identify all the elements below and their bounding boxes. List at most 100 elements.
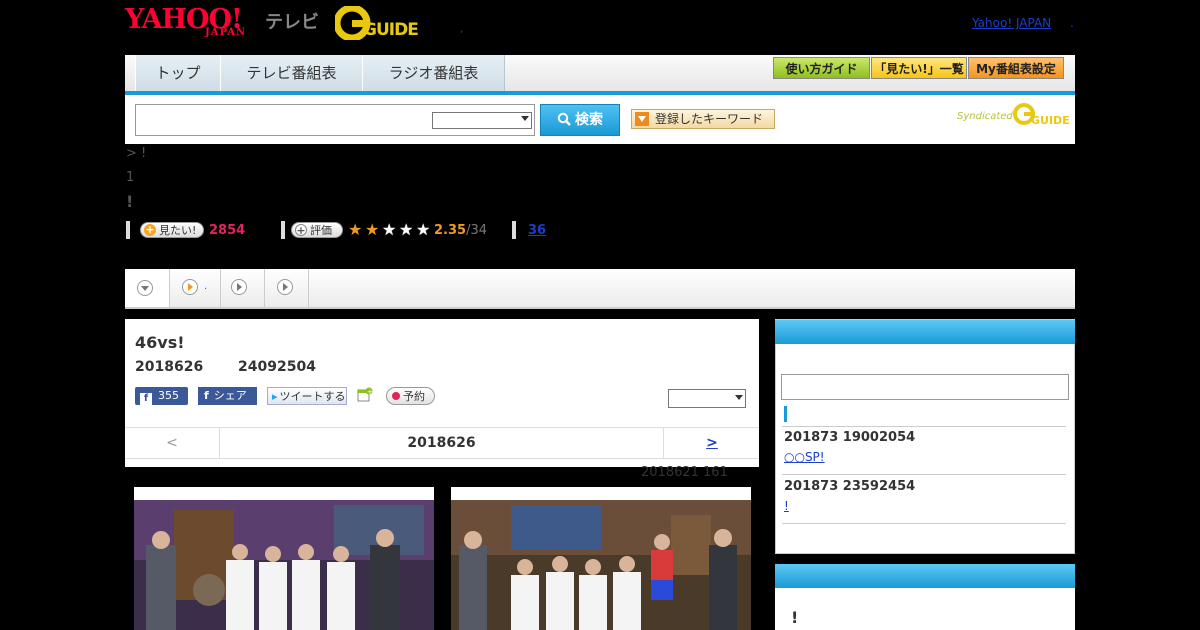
- plus-icon: +: [295, 224, 307, 237]
- rate-button[interactable]: + 評価: [291, 222, 343, 238]
- record-icon: [392, 392, 400, 400]
- search-button-label: 検索: [575, 112, 603, 128]
- rating-count: /34: [466, 223, 487, 238]
- tab-radio-listings[interactable]: ラジオ番組表: [362, 55, 505, 91]
- syndicated-gguide-logo: GUIDE: [1013, 103, 1069, 127]
- yahoo-logo-sub: JAPAN: [205, 27, 247, 38]
- star-empty-icon: ★: [382, 220, 397, 239]
- program-thumbnail[interactable]: [134, 487, 434, 630]
- program-select[interactable]: [668, 389, 746, 408]
- svg-text:GUIDE: GUIDE: [363, 20, 418, 40]
- tab-4[interactable]: [265, 269, 309, 307]
- twitter-bird-icon: ▸: [272, 390, 278, 403]
- saved-keywords-button[interactable]: 登録したキーワード: [631, 109, 775, 129]
- tweet-button[interactable]: ▸ ツイートする: [267, 387, 347, 405]
- guide-button[interactable]: 使い方ガイド: [773, 57, 870, 79]
- sidebar-box-header: [775, 320, 1075, 344]
- rate-label: 評価: [310, 224, 332, 237]
- facebook-count: 355: [158, 389, 179, 402]
- divider: [782, 474, 1066, 475]
- program-title: 46vs!: [135, 333, 185, 352]
- rating-value: 2.35: [434, 223, 467, 238]
- tv-label: テレビ: [265, 12, 319, 33]
- sidebar-box-2: !: [775, 564, 1075, 630]
- add-calendar-icon: +: [357, 387, 373, 402]
- chevron-down-circle-icon: [137, 280, 153, 296]
- tab-top[interactable]: トップ: [135, 55, 221, 91]
- review-count-link[interactable]: 36: [528, 223, 546, 238]
- program-panel: 46vs! 2018626 24092504 f 355 f シェア ▸ ツイートする…: [125, 319, 759, 467]
- want-count: 2854: [209, 223, 246, 238]
- search-category-select[interactable]: [432, 112, 532, 129]
- program-thumbnail[interactable]: [451, 487, 751, 630]
- header-dot: .: [1070, 16, 1074, 30]
- want-label: 見たい!: [159, 224, 197, 237]
- arrow-down-icon: [635, 112, 649, 126]
- divider: [126, 221, 130, 239]
- prev-date-button[interactable]: <: [125, 428, 220, 458]
- reserve-label: 予約: [403, 390, 425, 403]
- star-filled-icon: ★: [348, 220, 363, 239]
- broadcast-link-2[interactable]: !: [784, 499, 789, 513]
- syndicated-label: Syndicated: [957, 111, 1013, 122]
- broadcast-meta: 2018621 161: [641, 465, 728, 480]
- chevron-down-icon: [521, 116, 529, 121]
- breadcrumb: > !: [126, 146, 147, 161]
- tab-2-suffix: .: [204, 281, 208, 292]
- tab-2[interactable]: .: [170, 269, 221, 307]
- date-navigation: < 2018626 >: [125, 427, 759, 459]
- main-nav: トップ テレビ番組表 ラジオ番組表 使い方ガイド 「見たい!」一覧 My番組表設…: [125, 55, 1075, 95]
- program-tabs: .: [125, 269, 1075, 309]
- chevron-down-icon: [735, 395, 743, 400]
- program-photo-1: [134, 500, 434, 630]
- divider: [782, 523, 1066, 524]
- search-button[interactable]: 検索: [540, 104, 620, 136]
- tweet-label: ツイートする: [279, 390, 346, 403]
- header-dot-small: ,: [460, 24, 464, 35]
- sidebar-box-2-text: !: [791, 608, 799, 627]
- facebook-share-button[interactable]: f シェア: [198, 387, 257, 405]
- divider: [782, 426, 1066, 427]
- divider: [512, 221, 516, 239]
- search-icon: [557, 112, 571, 126]
- syndicated-logo-text: GUIDE: [1031, 114, 1069, 127]
- program-photo-2: [451, 500, 751, 630]
- play-circle-icon: [182, 279, 198, 295]
- my-listing-settings-button[interactable]: My番組表設定: [968, 57, 1064, 79]
- sidebar-broadcast-box: 201873 19002054 ○○SP! 201873 23592454 !: [775, 319, 1075, 554]
- facebook-icon: f: [204, 389, 209, 402]
- gguide-logo[interactable]: GUIDE: [335, 6, 435, 40]
- info-line: 1: [126, 170, 135, 185]
- star-empty-icon: ★: [416, 220, 431, 239]
- facebook-share-label: シェア: [213, 389, 247, 402]
- search-panel: 検索 登録したキーワード Syndicated GUIDE: [125, 95, 1075, 144]
- facebook-like-button[interactable]: f 355: [135, 387, 188, 405]
- sidebar-box-2-header: [775, 564, 1075, 588]
- broadcast-date-1: 201873 19002054: [784, 430, 916, 445]
- saved-keywords-label: 登録したキーワード: [655, 112, 764, 126]
- want-list-button[interactable]: 「見たい!」一覧: [871, 57, 967, 79]
- tab-tv-listings[interactable]: テレビ番組表: [220, 55, 363, 91]
- play-circle-icon: [277, 279, 293, 295]
- program-time: 24092504: [238, 359, 316, 375]
- program-date: 2018626: [135, 359, 204, 375]
- broadcast-date-2: 201873 23592454: [784, 479, 916, 494]
- want-button[interactable]: + 見たい!: [140, 222, 204, 238]
- broadcast-link-1[interactable]: ○○SP!: [784, 450, 825, 464]
- facebook-icon: f: [140, 393, 152, 405]
- star-filled-icon: ★: [365, 220, 380, 239]
- info-line-2: !: [126, 192, 134, 211]
- plus-icon: +: [144, 223, 156, 236]
- section-marker: [784, 406, 787, 422]
- add-icon-button[interactable]: +: [357, 387, 373, 405]
- star-empty-icon: ★: [399, 220, 414, 239]
- svg-text:+: +: [367, 388, 373, 396]
- tab-3[interactable]: [221, 269, 265, 307]
- rating-value-group: 2.35/34: [434, 223, 487, 238]
- yahoo-japan-link[interactable]: Yahoo! JAPAN: [972, 16, 1051, 30]
- next-date-button[interactable]: >: [663, 428, 760, 458]
- divider: [281, 221, 285, 239]
- reserve-button[interactable]: 予約: [386, 387, 435, 405]
- sidebar-input[interactable]: [781, 374, 1069, 400]
- tab-detail[interactable]: [125, 269, 170, 307]
